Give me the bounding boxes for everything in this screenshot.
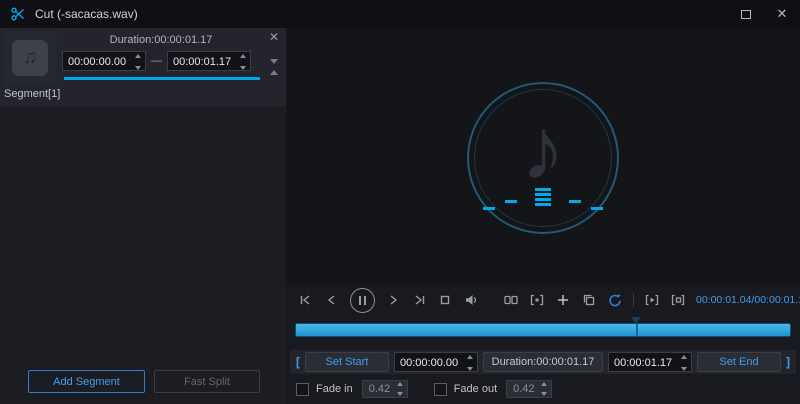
maximize-button[interactable] — [728, 0, 764, 28]
end-bracket: ] — [786, 355, 790, 369]
toolbar-divider — [633, 293, 634, 307]
stop-icon[interactable] — [437, 292, 453, 308]
spinner — [133, 54, 143, 70]
segment-close-icon[interactable]: ✕ — [269, 30, 279, 44]
add-segment-button[interactable]: Add Segment — [28, 370, 145, 393]
playhead-marker[interactable] — [630, 317, 641, 324]
maximize-icon — [741, 9, 751, 19]
fade-in-checkbox[interactable] — [296, 382, 309, 396]
window-title: Cut (-sacacas.wav) — [35, 7, 138, 21]
segment-move-down-button[interactable] — [270, 59, 278, 82]
trim-duration-label: Duration:00:00:01.17 — [483, 352, 603, 372]
range-dash: — — [151, 55, 162, 67]
spin-down-icon[interactable] — [240, 66, 246, 70]
spin-up-icon[interactable] — [681, 355, 687, 359]
close-button[interactable]: ✕ — [764, 0, 800, 28]
spin-up-icon[interactable] — [396, 382, 403, 386]
spin-up-icon[interactable] — [467, 355, 473, 359]
spin-down-icon[interactable] — [396, 392, 403, 396]
spin-down-icon[interactable] — [135, 66, 141, 70]
trim-start-input-wrap — [394, 352, 478, 372]
chevron-down-icon — [270, 59, 278, 81]
segment-thumbnail[interactable]: ♫ — [3, 31, 57, 85]
timeline-slider[interactable] — [295, 317, 791, 337]
segment-duration-label: Duration:00:00:01.17 — [109, 34, 213, 46]
segment-panel: ♫ Duration:00:00:01.17 — Segment[1] — [0, 28, 286, 404]
transport-controls: 00:00:01.04/00:00:01.17 — [286, 285, 800, 315]
pause-button[interactable] — [350, 287, 375, 313]
spin-down-icon[interactable] — [467, 367, 473, 371]
fade-in-value-wrap — [361, 380, 408, 398]
trim-controls: [ Set Start Duration:00:00:01.17 Set End… — [290, 350, 796, 374]
pause-icon — [364, 295, 366, 305]
spinner — [679, 355, 689, 371]
spinner — [465, 355, 475, 371]
segment-card: ♫ Duration:00:00:01.17 — Segment[1] — [0, 28, 286, 106]
segment-start-input-wrap — [62, 51, 146, 71]
segment-label: Segment[1] — [4, 88, 61, 100]
spinner — [395, 382, 405, 396]
add-icon[interactable] — [555, 292, 571, 308]
playhead-line — [635, 324, 638, 336]
copy-segment-icon[interactable] — [581, 292, 597, 308]
volume-icon[interactable] — [463, 292, 479, 308]
spin-up-icon[interactable] — [240, 54, 246, 58]
start-bracket: [ — [296, 355, 300, 369]
fade-controls: Fade in Fade out — [296, 380, 553, 398]
set-end-button[interactable]: Set End — [697, 352, 781, 372]
split-segments-icon[interactable] — [503, 292, 519, 308]
reset-icon[interactable] — [607, 292, 623, 308]
spinner — [238, 54, 248, 70]
preview-area: ♪ — [286, 28, 800, 285]
frame-preview-icon[interactable] — [670, 292, 686, 308]
close-icon: ✕ — [776, 6, 788, 21]
scissors-icon — [10, 6, 26, 22]
skip-to-start-icon[interactable] — [298, 292, 314, 308]
music-note-icon: ♪ — [521, 99, 565, 198]
segment-end-input-wrap — [167, 51, 251, 71]
pause-icon — [359, 295, 361, 305]
step-forward-icon[interactable] — [385, 292, 401, 308]
player-panel: ♪ 00:00:01.04/00:00:01.17 [Set Start 00… — [286, 28, 800, 404]
spin-up-icon[interactable] — [135, 54, 141, 58]
spin-down-icon[interactable] — [681, 367, 687, 371]
set-start-button[interactable]: Set Start — [305, 352, 389, 372]
spin-up-icon[interactable] — [541, 382, 548, 386]
trim-end-input-wrap — [608, 352, 692, 372]
segment-time-range: — — [62, 51, 264, 71]
select-scene-icon[interactable] — [529, 292, 545, 308]
spinner — [539, 382, 549, 396]
step-back-icon[interactable] — [324, 292, 340, 308]
playback-time: 00:00:01.04/00:00:01.17 — [696, 294, 800, 306]
spin-down-icon[interactable] — [541, 392, 548, 396]
fade-out-label: Fade out — [453, 383, 498, 395]
fade-out-value-wrap — [506, 380, 553, 398]
skip-to-end-icon[interactable] — [411, 292, 427, 308]
fade-in-label: Fade in — [316, 383, 353, 395]
music-note-icon: ♫ — [12, 40, 48, 76]
play-segment-icon[interactable] — [644, 292, 660, 308]
fast-split-button[interactable]: Fast Split — [154, 370, 260, 393]
fade-out-checkbox[interactable] — [433, 382, 447, 396]
segment-progress-bar — [64, 77, 260, 80]
title-bar: Cut (-sacacas.wav) ✕ — [0, 0, 800, 28]
